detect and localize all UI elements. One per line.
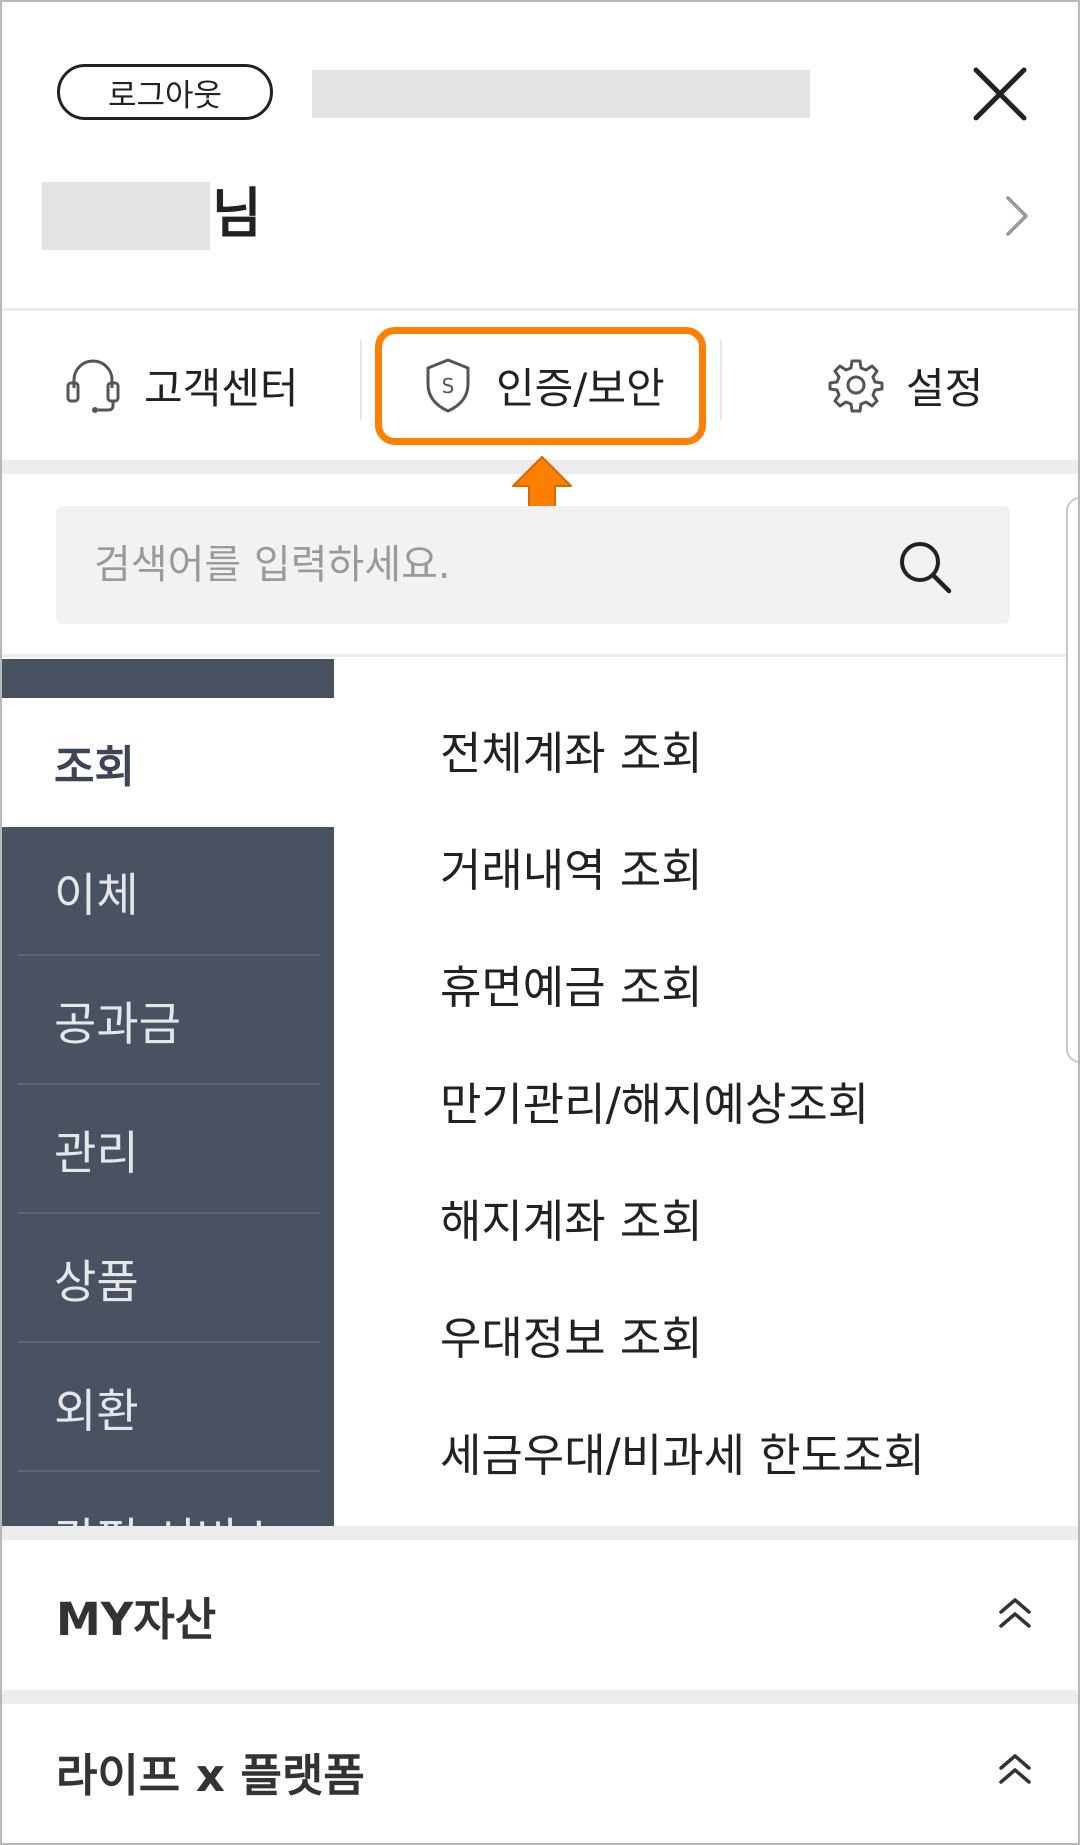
settings-button[interactable]: 설정: [828, 312, 983, 458]
gear-icon: [828, 359, 884, 413]
section-my-assets[interactable]: MY자산: [2, 1540, 1078, 1690]
customer-center-button[interactable]: 고객센터: [64, 312, 299, 458]
search-input[interactable]: [94, 506, 894, 624]
category-label: 이체: [54, 867, 139, 922]
submenu-item[interactable]: 우대정보 조회: [440, 1309, 703, 1369]
submenu-item[interactable]: 세금우대/비과세 한도조회: [440, 1426, 925, 1486]
headset-icon: [66, 359, 120, 413]
category-label: 외환: [54, 1383, 139, 1438]
chevron-right-icon[interactable]: [1002, 194, 1032, 238]
masked-account-info: [312, 70, 810, 118]
submenu-item[interactable]: 거래내역 조회: [440, 841, 703, 901]
logout-button[interactable]: 로그아웃: [57, 64, 273, 120]
search-icon[interactable]: [896, 538, 954, 596]
settings-label: 설정: [906, 363, 984, 413]
double-chevron-up-icon[interactable]: [996, 1748, 1034, 1790]
submenu-item[interactable]: 만기관리/해지예상조회: [440, 1075, 869, 1135]
category-label: 공과금: [54, 996, 181, 1051]
submenu-item[interactable]: 휴면예금 조회: [440, 958, 703, 1018]
highlight-box: [375, 327, 706, 445]
close-icon[interactable]: [970, 64, 1030, 124]
customer-center-label: 고객센터: [144, 363, 299, 413]
category-label: 관리: [54, 1125, 139, 1180]
section-title: MY자산: [56, 1592, 217, 1646]
quick-menu-divider: [360, 340, 362, 420]
submenu-item[interactable]: 해지계좌 조회: [440, 1192, 703, 1252]
category-label: 간편 서비스: [54, 1504, 280, 1527]
category-item-easy-service[interactable]: 간편 서비스: [2, 1472, 334, 1527]
search-bar: [56, 506, 1010, 624]
double-chevron-up-icon[interactable]: [996, 1592, 1034, 1634]
category-item-utility-bills[interactable]: 공과금: [2, 956, 334, 1085]
side-scroll-edge[interactable]: [1066, 497, 1078, 1063]
logout-label: 로그아웃: [107, 77, 223, 114]
category-item-management[interactable]: 관리: [2, 1085, 334, 1214]
category-item-transfer[interactable]: 이체: [2, 827, 334, 956]
category-item-inquiry[interactable]: 조회: [2, 698, 334, 827]
section-band: [2, 1526, 1078, 1540]
submenu-item[interactable]: 전체계좌 조회: [440, 724, 703, 784]
menu-panel: 로그아웃 님 고객센터 S 인증/보안 설정 검색어를 입력하세요. 조회 이체…: [0, 0, 1080, 1845]
category-label: 조회: [54, 741, 135, 793]
section-title: 라이프 x 플랫폼: [56, 1748, 365, 1802]
search-divider: [2, 654, 1078, 657]
category-sidebar: 조회 이체 공과금 관리 상품 외환 간편 서비스: [2, 659, 334, 1526]
masked-user-name: [42, 182, 210, 250]
category-item-foreign-exchange[interactable]: 외환: [2, 1343, 334, 1472]
user-name-suffix: 님: [212, 182, 262, 245]
header-divider: [2, 308, 1078, 311]
section-life-platform[interactable]: 라이프 x 플랫폼: [2, 1696, 1078, 1843]
category-label: 상품: [54, 1254, 139, 1309]
quick-menu-divider: [720, 340, 722, 420]
category-item-products[interactable]: 상품: [2, 1214, 334, 1343]
